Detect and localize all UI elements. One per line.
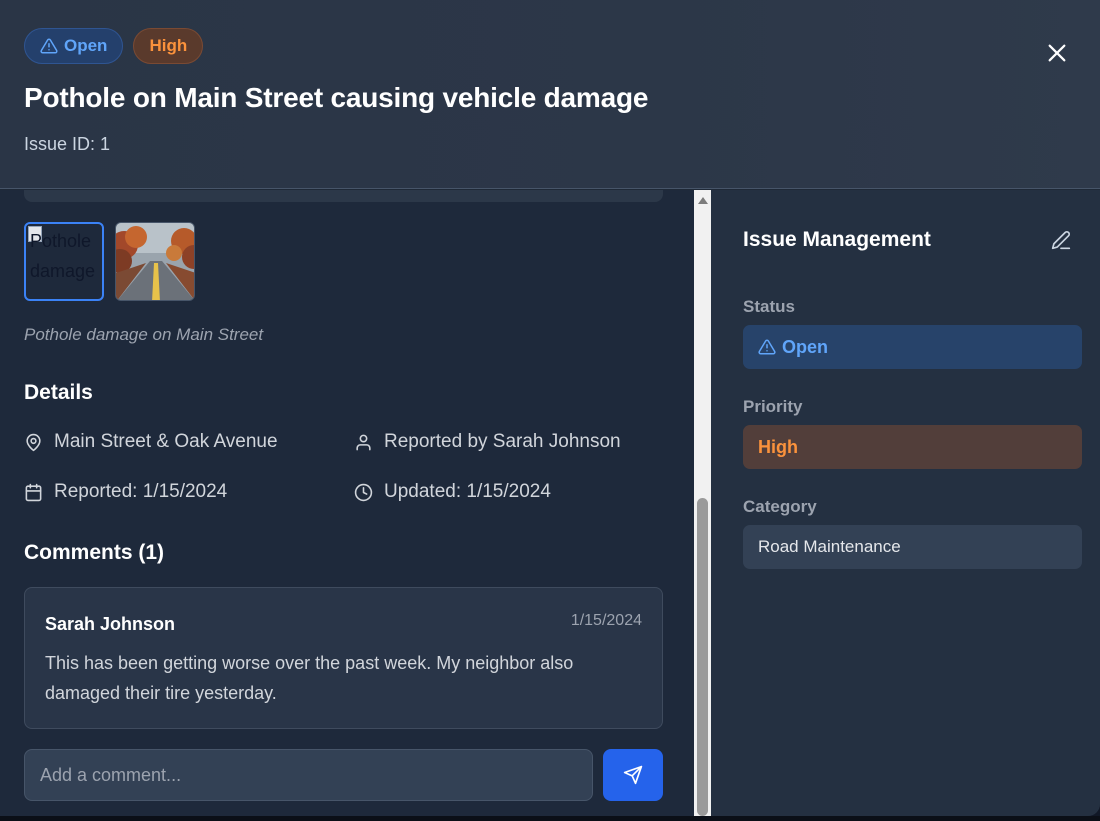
image-thumbnail-road[interactable] bbox=[115, 222, 195, 301]
priority-select[interactable]: High bbox=[743, 425, 1082, 469]
reported-date-text: Reported: 1/15/2024 bbox=[54, 481, 228, 502]
priority-badge: High bbox=[133, 28, 204, 64]
priority-badge-label: High bbox=[149, 36, 188, 55]
status-badge-label: Open bbox=[64, 36, 108, 55]
image-thumbnails: Pothole damage bbox=[24, 222, 195, 301]
comment-card: Sarah Johnson 1/15/2024 This has been ge… bbox=[24, 587, 663, 729]
user-icon bbox=[356, 434, 371, 450]
comment-text: This has been getting worse over the pas… bbox=[45, 653, 574, 703]
status-badge: Open bbox=[24, 28, 124, 64]
issue-management-panel: Issue Management Status Open Priority Hi… bbox=[711, 190, 1100, 816]
priority-label: Priority bbox=[743, 397, 803, 416]
send-comment-button[interactable] bbox=[603, 749, 663, 801]
modal-bottom-edge bbox=[0, 816, 1100, 821]
edit-icon bbox=[1051, 231, 1071, 250]
issue-id: Issue ID: 1 bbox=[24, 134, 111, 154]
updated-date-detail: Updated: 1/15/2024 bbox=[354, 481, 551, 503]
comment-input[interactable] bbox=[24, 749, 593, 801]
close-button[interactable] bbox=[1040, 36, 1074, 70]
reporter-text: Reported by Sarah Johnson bbox=[384, 431, 621, 452]
map-pin-icon bbox=[26, 433, 41, 451]
issue-content-pane: Pothole damage Pothole damage on Main St… bbox=[0, 190, 694, 816]
status-value: Open bbox=[782, 336, 829, 357]
scrollbar-thumb[interactable] bbox=[697, 498, 708, 816]
header-badges: Open High bbox=[24, 28, 204, 64]
category-select[interactable]: Road Maintenance bbox=[743, 525, 1082, 569]
comment-date: 1/15/2024 bbox=[570, 612, 642, 629]
priority-value: High bbox=[758, 436, 798, 457]
clock-icon bbox=[354, 483, 373, 501]
issue-management-title: Issue Management bbox=[743, 228, 931, 251]
alert-triangle-icon bbox=[758, 339, 776, 355]
scroll-up-arrow-icon[interactable] bbox=[698, 197, 708, 204]
location-text: Main Street & Oak Avenue bbox=[54, 431, 278, 452]
modal-header: Open High Pothole on Main Street causing… bbox=[0, 0, 1100, 189]
details-heading: Details bbox=[24, 381, 93, 404]
content-scrollbar[interactable] bbox=[694, 190, 711, 816]
issue-modal: Open High Pothole on Main Street causing… bbox=[0, 0, 1100, 816]
image-caption: Pothole damage on Main Street bbox=[24, 325, 264, 344]
edit-button[interactable] bbox=[1051, 230, 1073, 252]
updated-date-text: Updated: 1/15/2024 bbox=[384, 481, 551, 502]
road-photo bbox=[116, 223, 194, 300]
status-select[interactable]: Open bbox=[743, 325, 1082, 369]
image-alt-text: Pothole damage bbox=[30, 231, 96, 281]
location-detail: Main Street & Oak Avenue bbox=[24, 431, 278, 453]
reporter-detail: Reported by Sarah Johnson bbox=[354, 431, 621, 453]
send-icon bbox=[623, 765, 643, 785]
close-icon bbox=[1048, 44, 1066, 62]
category-label: Category bbox=[743, 497, 817, 516]
category-value: Road Maintenance bbox=[758, 537, 901, 556]
status-label: Status bbox=[743, 297, 795, 316]
comment-author: Sarah Johnson bbox=[45, 614, 176, 634]
alert-triangle-icon bbox=[40, 38, 58, 54]
description-block bbox=[24, 190, 663, 202]
reported-date-detail: Reported: 1/15/2024 bbox=[24, 481, 227, 503]
comments-heading: Comments (1) bbox=[24, 541, 165, 564]
issue-title: Pothole on Main Street causing vehicle d… bbox=[24, 82, 649, 113]
calendar-icon bbox=[25, 483, 42, 501]
image-thumbnail-selected[interactable]: Pothole damage bbox=[24, 222, 104, 301]
